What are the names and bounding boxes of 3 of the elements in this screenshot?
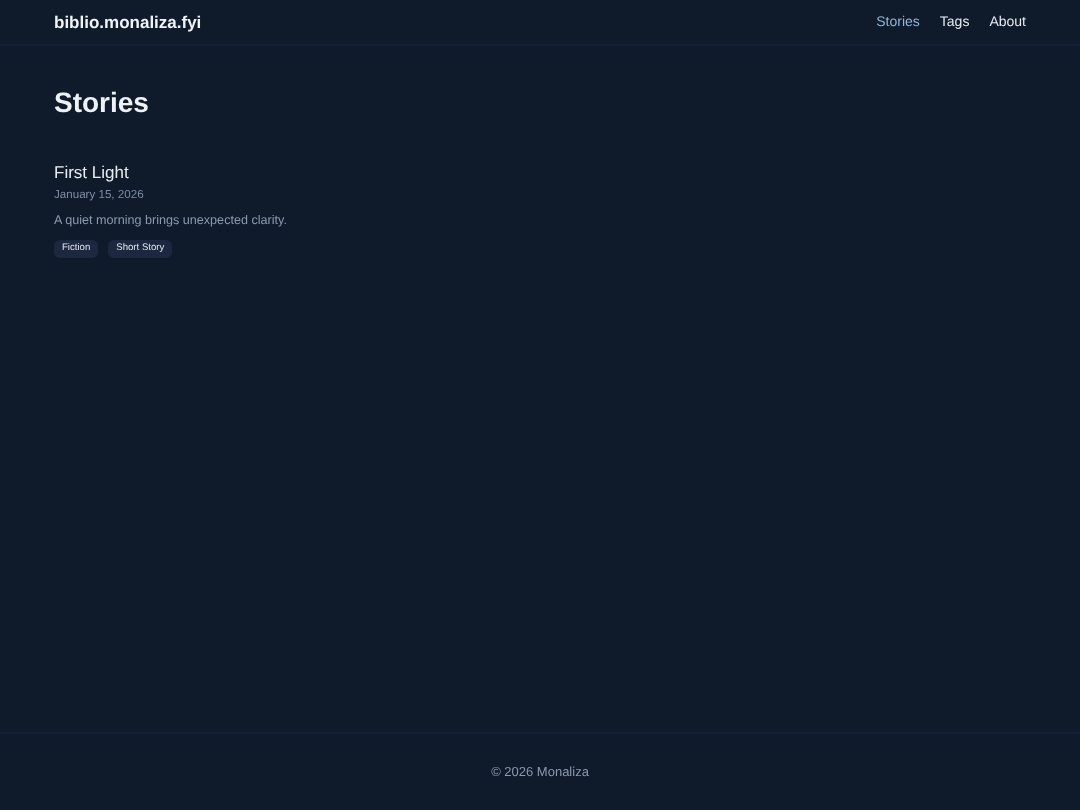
page-heading: Stories bbox=[54, 86, 151, 118]
site-title[interactable]: biblio.monaliza.fyi bbox=[54, 12, 202, 32]
story-title[interactable]: First Light bbox=[54, 162, 1026, 182]
